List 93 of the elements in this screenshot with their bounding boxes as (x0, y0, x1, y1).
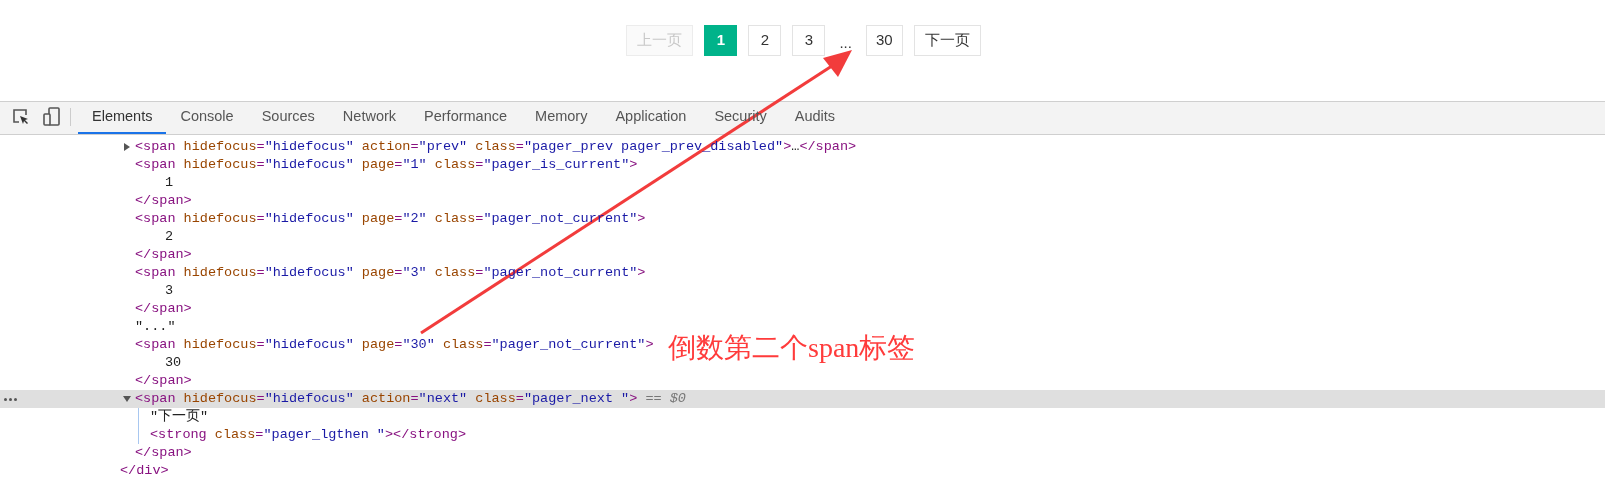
attribute-name: action (361, 389, 411, 408)
selected-node-row[interactable]: <span hidefocus="hidefocus" action="next" class="pager_next "> == $0 (0, 390, 1605, 408)
attribute-name: class (475, 137, 516, 156)
dom-text: 30 (165, 353, 182, 372)
attribute-name: class (434, 209, 476, 228)
devtools-tab[interactable]: Application (601, 102, 701, 134)
next-page-button[interactable]: 下一页 (913, 25, 981, 56)
attribute-value: "hidefocus" (264, 263, 354, 282)
page-button[interactable]: 3 (792, 25, 826, 56)
code-punctuation: = (394, 209, 403, 228)
code-punctuation: = (515, 389, 524, 408)
code-tag: </strong> (393, 424, 466, 446)
devtools-tab[interactable]: Sources (247, 102, 329, 134)
attribute-name: page (361, 263, 395, 282)
code-punctuation: = (394, 263, 403, 282)
attribute-name: page (361, 335, 395, 354)
attribute-name: hidefocus (183, 137, 257, 156)
attribute-name: hidefocus (183, 155, 257, 174)
code-punctuation: = (256, 389, 265, 408)
code-punctuation: = (256, 335, 265, 354)
device-toolbar-icon[interactable] (43, 107, 61, 127)
devtools-tab[interactable]: Performance (410, 102, 522, 134)
attribute-value: "hidefocus" (264, 209, 354, 228)
code-tag: </span> (135, 298, 192, 320)
dom-text: "下一页" (150, 407, 209, 426)
devtools-tab[interactable]: Console (166, 102, 248, 134)
attribute-value: "hidefocus" (264, 155, 354, 174)
devtools-tab[interactable]: Elements (78, 102, 167, 134)
expand-triangle-icon[interactable] (123, 143, 131, 151)
devtools-tab[interactable]: Audits (780, 102, 850, 134)
attribute-name: page (361, 155, 395, 174)
more-icon[interactable] (4, 398, 17, 401)
code-punctuation: = (394, 155, 403, 174)
code-punctuation: = (255, 425, 264, 444)
attribute-name: hidefocus (183, 335, 257, 354)
attribute-name: hidefocus (183, 389, 257, 408)
collapse-triangle-icon[interactable] (123, 395, 131, 403)
attribute-name: class (442, 335, 484, 354)
attribute-name: hidefocus (183, 263, 257, 282)
code-tag: > (637, 208, 646, 230)
devtools-tab[interactable]: Memory (521, 102, 602, 134)
attribute-name: class (475, 389, 516, 408)
attribute-value: "hidefocus" (264, 389, 354, 408)
code-tag: <span (135, 334, 176, 356)
code-tag: > (637, 262, 646, 284)
code-punctuation: = (256, 155, 265, 174)
attribute-value: "1" (402, 155, 427, 174)
attribute-name: class (214, 425, 256, 444)
page-button[interactable]: 30 (865, 25, 903, 56)
console-reference: == $0 (645, 389, 686, 408)
code-punctuation: = (256, 263, 265, 282)
attribute-value: "prev" (418, 137, 468, 156)
code-punctuation: = (483, 335, 492, 354)
dom-text: 2 (165, 227, 174, 246)
code-tag: > (629, 388, 638, 410)
attribute-value: "hidefocus" (264, 137, 354, 156)
code-punctuation: = (475, 263, 484, 282)
dom-text: "..." (135, 317, 176, 336)
attribute-value: "pager_next " (523, 389, 630, 408)
code-tag: > (384, 424, 394, 446)
annotation-text: 倒数第二个span标签 (668, 331, 916, 365)
attribute-value: "pager_not_current" (491, 335, 646, 354)
code-tag: > (629, 154, 638, 176)
code-tag: </span> (799, 136, 857, 158)
pager-ellipsis: ... (838, 35, 853, 53)
attribute-name: page (361, 209, 395, 228)
code-tag: > (783, 136, 792, 158)
code-punctuation: = (475, 155, 484, 174)
code-punctuation: = (410, 389, 419, 408)
code-punctuation: = (515, 137, 524, 156)
dom-text: 3 (165, 281, 174, 300)
attribute-value: "2" (402, 209, 427, 228)
code-punctuation: = (394, 335, 403, 354)
page-button[interactable]: 2 (748, 25, 782, 56)
attribute-value: "hidefocus" (264, 335, 354, 354)
code-punctuation: = (256, 137, 265, 156)
attribute-value: "pager_is_current" (483, 155, 630, 174)
code-tag: > (645, 334, 654, 356)
attribute-value: "3" (402, 263, 427, 282)
attribute-name: class (434, 263, 476, 282)
code-punctuation: = (256, 209, 265, 228)
code-punctuation: = (410, 137, 419, 156)
attribute-name: action (361, 137, 411, 156)
attribute-value: "next" (418, 389, 468, 408)
collapsed-ellipsis: … (791, 137, 800, 156)
attribute-name: hidefocus (183, 209, 257, 228)
devtools-tab[interactable]: Network (328, 102, 411, 134)
dom-text: 1 (165, 173, 174, 192)
inspect-element-icon[interactable] (12, 108, 30, 126)
code-punctuation: = (475, 209, 484, 228)
attribute-value: "30" (402, 335, 435, 354)
attribute-name: class (434, 155, 476, 174)
attribute-value: "pager_lgthen " (263, 425, 385, 444)
